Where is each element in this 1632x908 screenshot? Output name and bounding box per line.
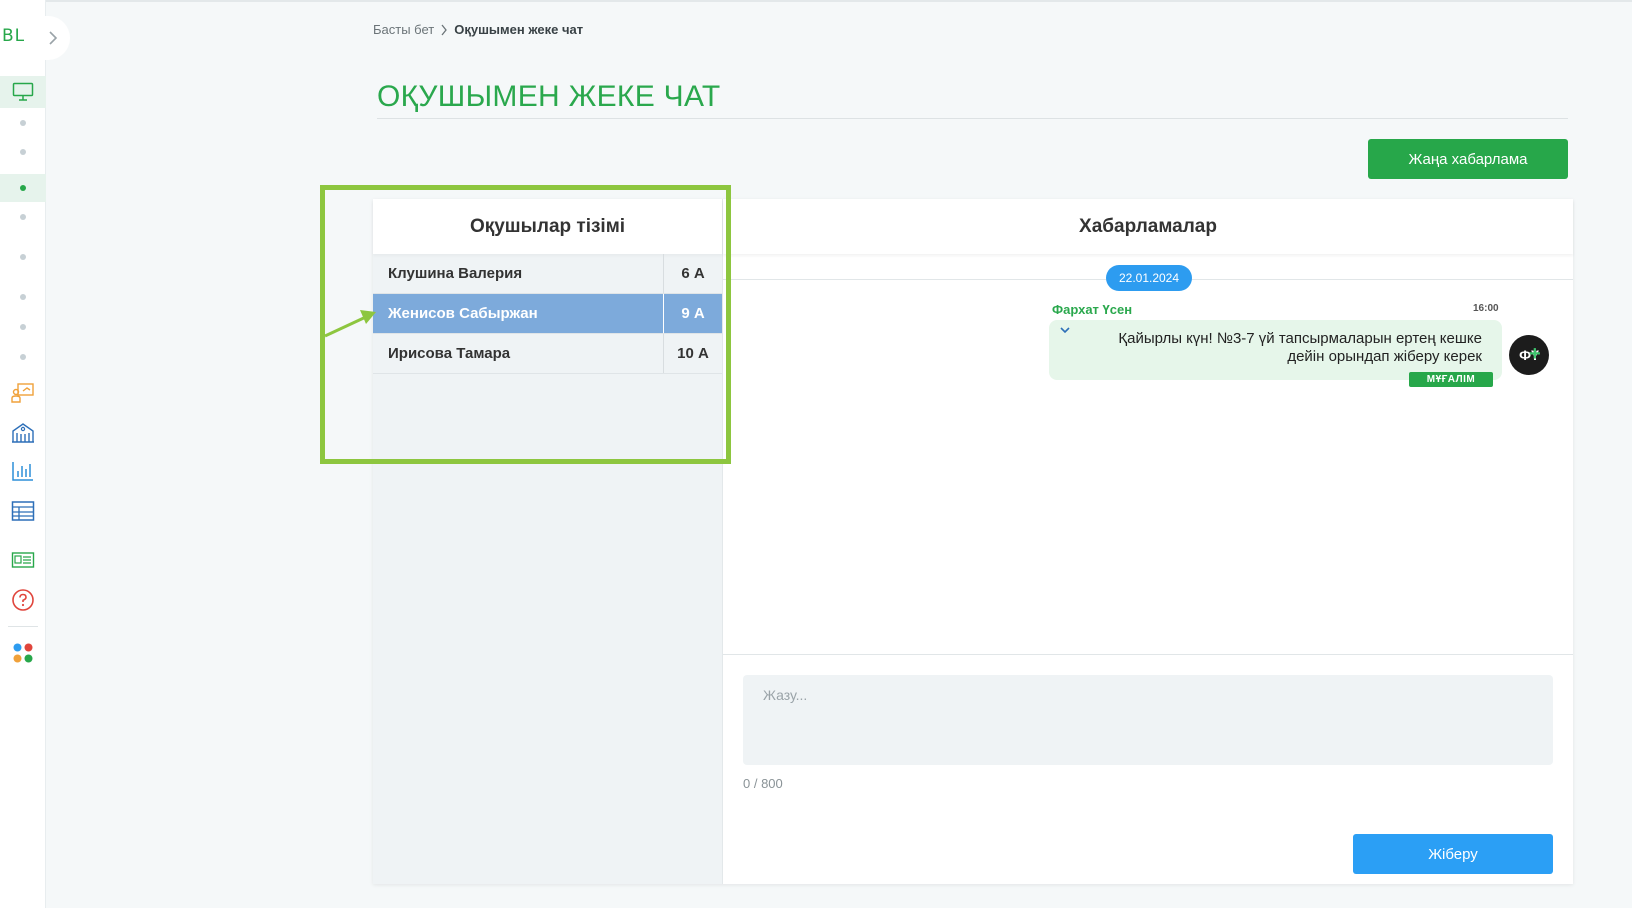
messages-title: Хабарламалар [723,199,1573,254]
sidebar-subitem[interactable] [0,290,46,304]
dot-icon [20,294,26,300]
sidebar-item-dashboard[interactable] [0,76,46,108]
dot-icon [20,120,26,126]
role-badge: МҰҒАЛІМ [1409,372,1493,387]
student-name: Клушина Валерия [388,265,523,282]
card-icon [11,552,35,568]
student-name: Женисов Сабыржан [388,305,538,322]
student-class: 9 А [663,294,722,333]
student-class: 6 А [663,254,722,293]
chevron-down-icon[interactable] [1059,325,1071,335]
breadcrumb-home-link[interactable]: Басты бет [373,22,434,37]
sidebar-expand-button[interactable] [36,16,70,60]
bar-chart-icon [12,462,33,481]
sidebar-item-apps[interactable] [0,640,46,666]
title-divider [377,118,1568,119]
dot-icon [20,354,26,360]
sidebar-subitem[interactable] [0,250,46,264]
messages-area: Хабарламалар 22.01.2024 Фархат Үсен 16:0… [723,199,1573,884]
breadcrumb-current: Оқушымен жеке чат [454,22,584,37]
sidebar-item-presentation[interactable] [0,380,46,406]
dot-icon [20,254,26,260]
sidebar-item-statistics[interactable] [0,458,46,484]
sidebar-item-school[interactable] [0,419,46,445]
monitor-icon [12,82,34,101]
dot-icon [20,185,26,191]
table-icon [11,501,35,521]
message-text-line: дейін орындап жіберу керек [1287,348,1482,365]
dot-icon [20,149,26,155]
chevron-right-icon [49,31,58,45]
compose-divider [723,654,1573,655]
school-icon [12,423,34,443]
message-text-line: Қайырлы күн! №3-7 үй тапсырмаларын ертең… [1118,330,1482,347]
sidebar-subitem[interactable] [0,350,46,364]
chat-panel: Оқушылар тізімі Клушина Валерия 6 А Жени… [373,199,1573,884]
message-bubble: Қайырлы күн! №3-7 үй тапсырмаларын ертең… [1049,320,1502,380]
breadcrumb: Басты бет Оқушымен жеке чат [373,22,583,37]
sidebar: BL [0,0,70,908]
student-row[interactable]: Ирисова Тамара 10 А [373,334,722,374]
chevron-right-icon [441,24,448,35]
sidebar-subitem[interactable] [0,116,46,130]
message-time: 16:00 [1473,303,1499,314]
students-list-title: Оқушылар тізімі [373,199,722,254]
student-row-selected[interactable]: Женисов Сабыржан 9 А [373,294,722,334]
plus-icon: + [1529,343,1541,365]
apps-icon [13,643,33,663]
sidebar-divider [8,626,38,627]
message-sender: Фархат Үсен [1052,302,1133,317]
send-button[interactable]: Жіберу [1353,834,1553,874]
sidebar-subitem[interactable] [0,320,46,334]
sidebar-item-help[interactable] [0,587,46,613]
sidebar-subitem-active[interactable] [0,174,46,202]
sidebar-subitem[interactable] [0,210,46,224]
sidebar-item-table[interactable] [0,498,46,524]
sidebar-item-journal[interactable] [0,548,46,572]
page-title: ОҚУШЫМЕН ЖЕКЕ ЧАТ [377,80,721,113]
student-row[interactable]: Клушина Валерия 6 А [373,254,722,294]
students-list: Оқушылар тізімі Клушина Валерия 6 А Жени… [373,199,723,884]
dot-icon [20,214,26,220]
new-message-button[interactable]: Жаңа хабарлама [1368,139,1568,179]
dot-icon [20,324,26,330]
message-input[interactable] [743,675,1553,765]
presentation-icon [11,383,34,403]
student-class: 10 А [663,334,722,373]
help-icon [12,589,34,611]
student-name: Ирисова Тамара [388,345,511,362]
sidebar-subitem[interactable] [0,145,46,159]
arrow-icon [324,310,376,338]
date-badge: 22.01.2024 [1106,265,1192,291]
top-border [0,0,1632,2]
character-counter: 0 / 800 [743,776,783,791]
